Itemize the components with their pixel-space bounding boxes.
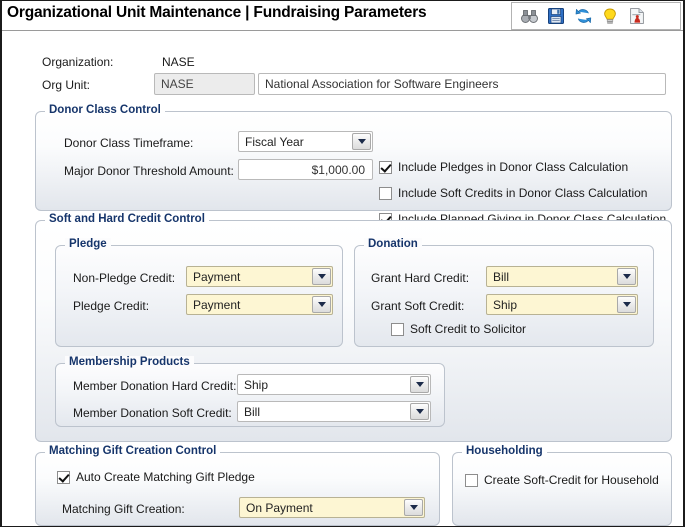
- auto-create-matching-gift-pledge-checkbox[interactable]: Auto Create Matching Gift Pledge: [57, 470, 255, 484]
- org-unit-label: Org Unit:: [42, 78, 91, 92]
- non-pledge-credit-select[interactable]: Payment: [186, 266, 333, 287]
- chevron-down-icon[interactable]: [352, 133, 371, 150]
- include-soft-credits-label: Include Soft Credits in Donor Class Calc…: [398, 186, 648, 200]
- member-donation-hard-credit-value: Ship: [244, 378, 269, 392]
- matching-gift-creation-control-legend: Matching Gift Creation Control: [45, 445, 221, 457]
- toolbar: [511, 2, 681, 30]
- chevron-down-icon[interactable]: [617, 268, 636, 285]
- create-soft-credit-for-household-checkbox[interactable]: Create Soft-Credit for Household: [465, 473, 659, 487]
- matching-gift-creation-value: On Payment: [246, 501, 313, 515]
- donation-legend: Donation: [364, 238, 422, 250]
- page-title: Organizational Unit Maintenance | Fundra…: [7, 4, 427, 21]
- matching-gift-creation-control-group: Matching Gift Creation Control Auto Crea…: [35, 445, 440, 526]
- soft-hard-credit-control-group: Soft and Hard Credit Control Pledge Non-…: [35, 213, 672, 442]
- donor-class-timeframe-label: Donor Class Timeframe:: [64, 136, 194, 150]
- householding-legend: Householding: [462, 445, 547, 457]
- donor-class-control-group: Donor Class Control Donor Class Timefram…: [35, 104, 672, 226]
- member-donation-soft-credit-label: Member Donation Soft Credit:: [73, 406, 232, 420]
- grant-soft-credit-label: Grant Soft Credit:: [371, 299, 465, 313]
- member-donation-soft-credit-select[interactable]: Bill: [237, 401, 431, 422]
- non-pledge-credit-value: Payment: [193, 270, 241, 284]
- grant-soft-credit-select[interactable]: Ship: [486, 294, 638, 315]
- donor-class-control-legend: Donor Class Control: [45, 104, 165, 116]
- include-pledges-label: Include Pledges in Donor Class Calculati…: [398, 160, 629, 174]
- major-donor-threshold-field[interactable]: $1,000.00: [238, 159, 373, 180]
- donor-class-timeframe-value: Fiscal Year: [245, 135, 304, 149]
- floppy-save-icon[interactable]: [547, 7, 565, 25]
- member-donation-hard-credit-select[interactable]: Ship: [237, 374, 431, 395]
- donation-group: Donation Grant Hard Credit: Bill Grant S…: [354, 238, 654, 347]
- pledge-credit-label: Pledge Credit:: [73, 299, 150, 313]
- chevron-down-icon[interactable]: [312, 296, 331, 313]
- grant-hard-credit-select[interactable]: Bill: [486, 266, 638, 287]
- organization-value: NASE: [162, 55, 195, 69]
- checkbox-box[interactable]: [379, 160, 392, 174]
- report-document-icon[interactable]: [628, 7, 646, 25]
- soft-hard-credit-control-legend: Soft and Hard Credit Control: [45, 213, 209, 225]
- org-unit-name-field[interactable]: National Association for Software Engine…: [258, 73, 666, 95]
- grant-soft-credit-value: Ship: [493, 298, 518, 312]
- member-donation-hard-credit-label: Member Donation Hard Credit:: [73, 379, 237, 393]
- include-soft-credits-checkbox[interactable]: Include Soft Credits in Donor Class Calc…: [379, 186, 647, 200]
- soft-credit-to-solicitor-label: Soft Credit to Solicitor: [410, 322, 527, 336]
- householding-group: Householding Create Soft-Credit for Hous…: [452, 445, 672, 526]
- grant-hard-credit-label: Grant Hard Credit:: [371, 271, 470, 285]
- organization-label: Organization:: [42, 55, 114, 69]
- checkbox-box[interactable]: [465, 473, 478, 487]
- matching-gift-creation-label: Matching Gift Creation:: [62, 502, 185, 516]
- major-donor-threshold-label: Major Donor Threshold Amount:: [64, 164, 234, 178]
- pledge-credit-select[interactable]: Payment: [186, 294, 333, 315]
- pledge-legend: Pledge: [65, 238, 111, 250]
- membership-products-group: Membership Products Member Donation Hard…: [55, 356, 445, 427]
- chevron-down-icon[interactable]: [410, 403, 429, 420]
- lightbulb-hint-icon[interactable]: [601, 7, 619, 25]
- checkbox-box[interactable]: [57, 470, 70, 484]
- soft-credit-to-solicitor-checkbox[interactable]: Soft Credit to Solicitor: [391, 322, 526, 336]
- window-titlebar: Organizational Unit Maintenance | Fundra…: [2, 1, 683, 31]
- application-window: Organizational Unit Maintenance | Fundra…: [0, 0, 685, 527]
- non-pledge-credit-label: Non-Pledge Credit:: [73, 271, 176, 285]
- member-donation-soft-credit-value: Bill: [244, 405, 261, 419]
- org-unit-code-field[interactable]: NASE: [154, 73, 255, 95]
- form-body: Organization: NASE Org Unit: NASE Nation…: [2, 31, 683, 526]
- include-pledges-checkbox[interactable]: Include Pledges in Donor Class Calculati…: [379, 160, 628, 174]
- binoculars-search-icon[interactable]: [520, 7, 538, 25]
- chevron-down-icon[interactable]: [404, 499, 423, 516]
- checkbox-box[interactable]: [379, 186, 392, 200]
- chevron-down-icon[interactable]: [617, 296, 636, 313]
- matching-gift-creation-select[interactable]: On Payment: [239, 497, 425, 518]
- chevron-down-icon[interactable]: [410, 376, 429, 393]
- checkbox-box[interactable]: [391, 322, 404, 336]
- grant-hard-credit-value: Bill: [493, 270, 510, 284]
- donor-class-timeframe-select[interactable]: Fiscal Year: [238, 131, 373, 152]
- pledge-group: Pledge Non-Pledge Credit: Payment Pledge…: [55, 238, 343, 347]
- refresh-icon[interactable]: [574, 7, 592, 25]
- chevron-down-icon[interactable]: [312, 268, 331, 285]
- create-soft-credit-for-household-label: Create Soft-Credit for Household: [484, 473, 659, 487]
- pledge-credit-value: Payment: [193, 298, 241, 312]
- membership-products-legend: Membership Products: [65, 356, 194, 368]
- auto-create-matching-gift-pledge-label: Auto Create Matching Gift Pledge: [76, 470, 255, 484]
